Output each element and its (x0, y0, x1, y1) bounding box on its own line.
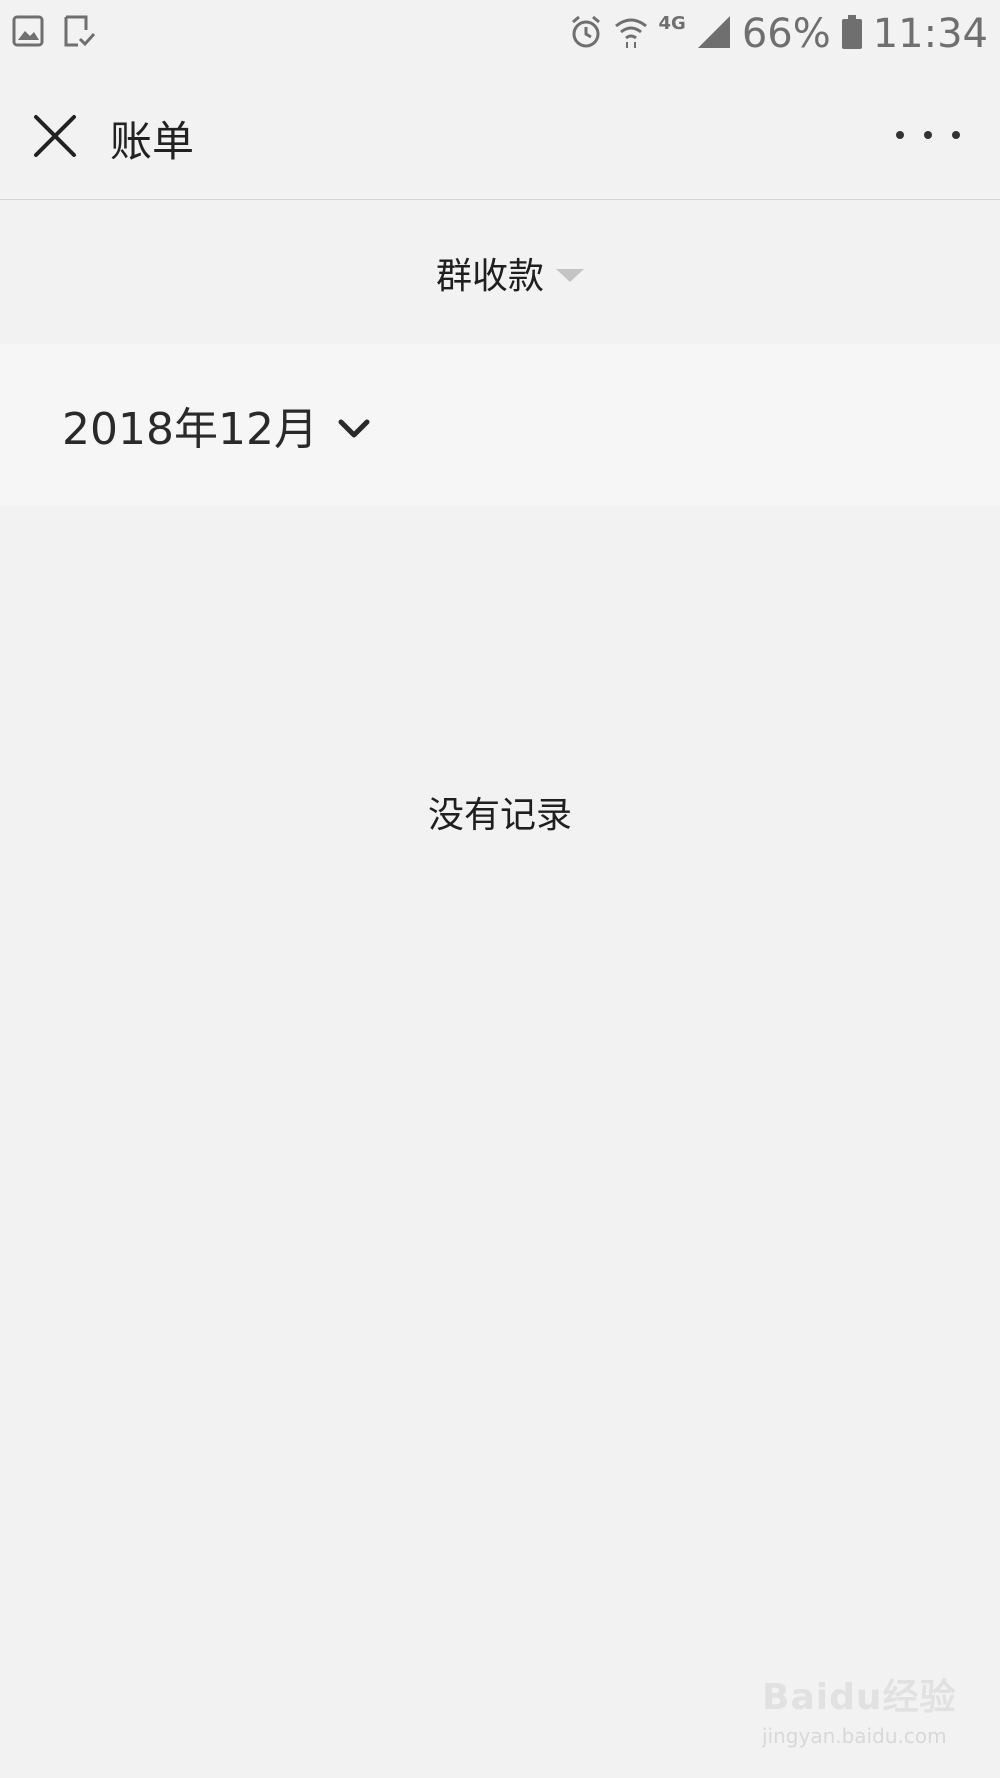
signal-icon (696, 14, 732, 54)
more-icon-dot (952, 131, 960, 139)
download-check-icon (62, 14, 96, 52)
watermark: Baidu经验 jingyan.baidu.com (762, 1668, 982, 1768)
filter-label: 群收款 (435, 255, 544, 297)
battery-percent: 66% (741, 11, 831, 57)
watermark-url: jingyan.baidu.com (762, 1724, 947, 1748)
wifi-icon (613, 14, 649, 54)
gallery-icon (12, 14, 44, 52)
clock: 11:34 (872, 11, 988, 57)
app-header: 账单 (0, 68, 1000, 200)
more-icon-dot (924, 131, 932, 139)
watermark-logo: Baidu经验 (762, 1677, 957, 1718)
close-icon (34, 115, 76, 157)
network-type: 4G (658, 12, 686, 34)
status-bar: 4G 66% 11:34 (0, 0, 1000, 68)
bill-type-filter[interactable]: 群收款 (0, 201, 1000, 344)
chevron-down-icon (338, 419, 370, 438)
battery-icon (841, 14, 863, 54)
month-selector[interactable]: 2018年12月 (0, 344, 1000, 506)
empty-state-text: 没有记录 (427, 795, 572, 836)
page-title: 账单 (110, 117, 195, 166)
alarm-icon (569, 14, 603, 54)
caret-down-icon (556, 269, 584, 282)
more-button[interactable] (896, 118, 960, 152)
close-button[interactable] (30, 111, 80, 161)
month-label: 2018年12月 (62, 404, 318, 455)
more-icon-dot (896, 131, 904, 139)
